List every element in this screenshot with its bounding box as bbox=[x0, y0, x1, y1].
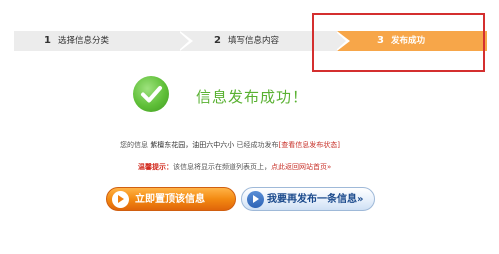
return-home-link[interactable]: 点此返回网站首页» bbox=[271, 163, 331, 171]
publish-again-button[interactable]: 我要再发布一条信息» bbox=[241, 187, 375, 211]
tip-label: 温馨提示： bbox=[138, 163, 173, 171]
play-arrow-icon bbox=[247, 191, 264, 208]
publish-again-label: 我要再发布一条信息» bbox=[267, 194, 364, 205]
step-chevron-icon bbox=[178, 31, 189, 51]
step-2-number: 2 bbox=[214, 35, 221, 46]
publish-info-line: 您的信息 紫檀东花园，油田六中六小 已经成功发布[查看信息发布状态] bbox=[120, 140, 340, 150]
view-publish-status-link[interactable]: [查看信息发布状态] bbox=[278, 141, 339, 149]
info-middle: 已经成功发布 bbox=[236, 141, 279, 149]
success-title: 信息发布成功！ bbox=[196, 88, 309, 106]
info-prefix: 您的信息 bbox=[120, 141, 148, 149]
play-arrow-icon bbox=[112, 191, 129, 208]
highlight-box bbox=[312, 13, 485, 72]
step-1-number: 1 bbox=[44, 35, 51, 46]
step-1-label: 选择信息分类 bbox=[57, 36, 109, 46]
step-1: 1 选择信息分类 bbox=[14, 31, 180, 51]
promote-listing-label: 立即置顶该信息 bbox=[135, 194, 205, 205]
info-house-name: 紫檀东花园，油田六中六小 bbox=[150, 141, 235, 149]
success-check-icon bbox=[133, 76, 169, 112]
promote-listing-button[interactable]: 立即置顶该信息 bbox=[106, 187, 236, 211]
step-2-label: 填写信息内容 bbox=[227, 36, 279, 46]
tip-text: 该信息将显示在频道列表页上， bbox=[173, 163, 271, 171]
tip-line: 温馨提示：该信息将显示在频道列表页上，点此返回网站首页» bbox=[138, 162, 331, 172]
